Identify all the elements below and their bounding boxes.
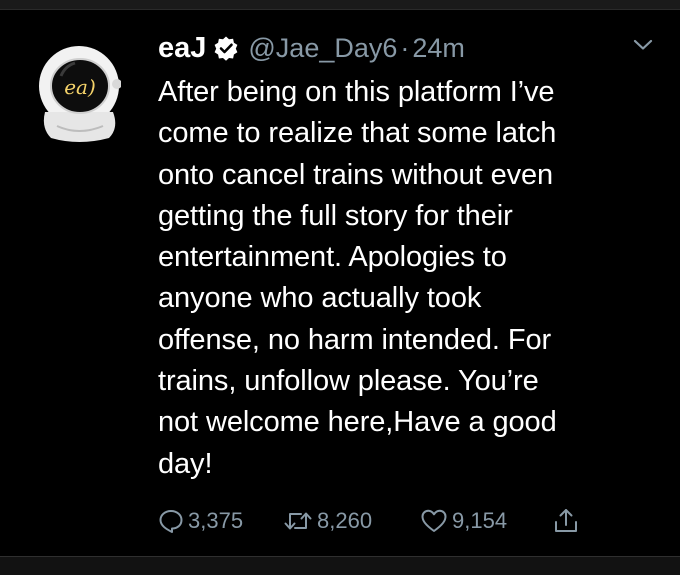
separator-dot: · — [400, 32, 410, 63]
share-icon — [555, 509, 577, 532]
chevron-down-icon — [633, 39, 653, 50]
retweet-count: 8,260 — [317, 508, 373, 533]
retweet-icon — [284, 512, 312, 530]
top-divider — [0, 0, 680, 10]
avatar[interactable]: ea) — [37, 40, 122, 144]
tweet-header: eaJ @Jae_Day6 · 24m — [158, 28, 465, 68]
like-count: 9,154 — [452, 508, 508, 533]
display-name[interactable]: eaJ — [158, 32, 206, 65]
tweet-actions: 3,375 8,260 9,154 — [158, 505, 598, 537]
tweet-text: After being on this platform I’ve come t… — [158, 76, 557, 480]
user-handle[interactable]: @Jae_Day6 — [248, 33, 397, 64]
astronaut-avatar-image: ea) — [39, 46, 122, 142]
timestamp[interactable]: 24m — [412, 33, 465, 64]
verified-badge-icon — [213, 35, 239, 61]
more-options-button[interactable] — [632, 38, 654, 52]
reply-count: 3,375 — [188, 508, 244, 533]
share-button[interactable] — [553, 505, 579, 537]
bottom-divider — [0, 556, 680, 575]
reply-button[interactable]: 3,375 — [158, 505, 243, 537]
heart-icon — [421, 509, 447, 532]
avatar-lettering: ea) — [64, 75, 96, 99]
reply-icon — [159, 510, 183, 533]
like-button[interactable]: 9,154 — [420, 505, 507, 537]
retweet-button[interactable]: 8,260 — [283, 505, 372, 537]
